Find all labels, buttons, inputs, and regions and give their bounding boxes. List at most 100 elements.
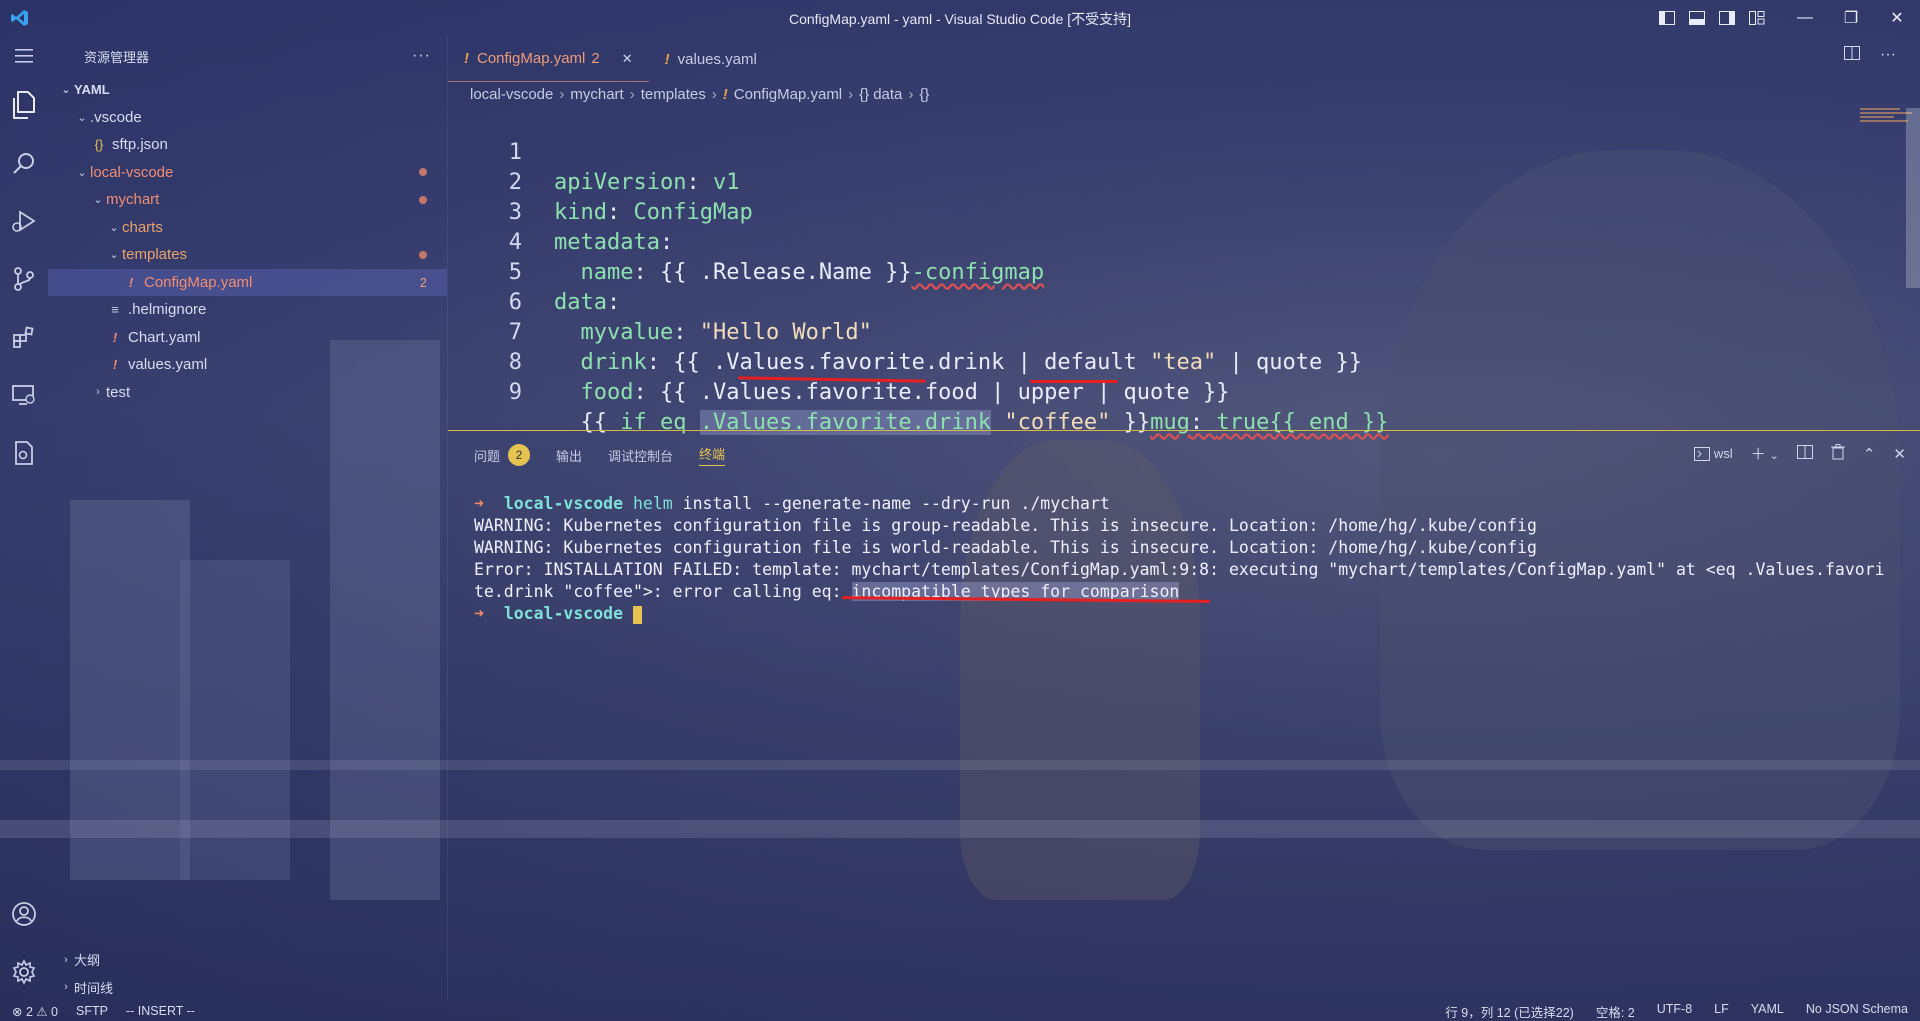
breadcrumb-item[interactable]: templates bbox=[641, 86, 706, 103]
split-terminal-icon[interactable] bbox=[1796, 444, 1813, 463]
problems-status[interactable]: ⊗ 2 ⚠ 0 bbox=[12, 1004, 58, 1019]
gear-icon[interactable] bbox=[0, 943, 48, 1001]
sftp-icon[interactable] bbox=[0, 424, 48, 482]
code-line: 9 {{ if eq .Values.favorite.drink "coffe… bbox=[448, 348, 1900, 435]
tab-label: values.yaml bbox=[677, 50, 757, 68]
tree-item-label: Chart.yaml bbox=[128, 328, 201, 346]
outline-label: 大纲 bbox=[74, 953, 101, 969]
window-title: ConfigMap.yaml - yaml - Visual Studio Co… bbox=[788, 11, 1132, 27]
tree-folder-item[interactable]: ⌄ local-vscode bbox=[48, 159, 447, 187]
close-icon[interactable]: ✕ bbox=[1874, 0, 1920, 36]
tab-label: 终端 bbox=[699, 447, 726, 462]
tree-file-item[interactable]: ! values.yaml bbox=[48, 351, 447, 379]
chevron-right-icon: › bbox=[629, 85, 635, 103]
code-line: 1 apiVersion: v1 bbox=[448, 108, 1900, 195]
customize-layout-icon[interactable] bbox=[1742, 0, 1772, 36]
chevron-right-icon: › bbox=[64, 981, 68, 994]
terminal-line: ➜ local-vscode bbox=[474, 603, 1914, 625]
json-schema-status[interactable]: No JSON Schema bbox=[1806, 1002, 1908, 1021]
code-line: 7 drink: {{ .Values.favorite.drink | def… bbox=[448, 288, 1900, 375]
tab-configmap-yaml[interactable]: ! ConfigMap.yaml 2 ✕ bbox=[448, 36, 649, 82]
encoding-status[interactable]: UTF-8 bbox=[1657, 1002, 1692, 1021]
more-actions-icon[interactable]: ··· bbox=[412, 47, 431, 65]
indentation-status[interactable]: 空格: 2 bbox=[1596, 1002, 1635, 1021]
explorer-icon[interactable] bbox=[0, 76, 48, 134]
new-terminal-icon[interactable]: ＋ ⌄ bbox=[1751, 443, 1779, 464]
toggle-secondary-sidebar-icon[interactable] bbox=[1712, 0, 1742, 36]
tab-output[interactable]: 输出 bbox=[556, 446, 582, 465]
tree-file-item[interactable]: ! Chart.yaml bbox=[48, 324, 447, 352]
modified-indicator bbox=[419, 195, 427, 204]
terminal-selector[interactable]: wsl bbox=[1693, 446, 1733, 461]
tree-folder-item[interactable]: ⌄ templates bbox=[48, 241, 447, 269]
terminal-shell-label: wsl bbox=[1713, 446, 1733, 461]
close-tab-icon[interactable]: ✕ bbox=[622, 51, 633, 67]
modified-indicator bbox=[419, 168, 427, 177]
code-line: 6 myvalue: "Hello World" bbox=[448, 258, 1900, 345]
toggle-panel-icon[interactable] bbox=[1682, 0, 1712, 36]
extensions-icon[interactable] bbox=[0, 308, 48, 366]
tree-folder-item[interactable]: ⌄ mychart bbox=[48, 186, 447, 214]
code-editor[interactable]: 1 apiVersion: v1 2 kind: ConfigMap 3 met… bbox=[448, 108, 1900, 435]
tab-terminal[interactable]: 终端 bbox=[699, 444, 726, 466]
chevron-down-icon[interactable]: ⌄ bbox=[1770, 450, 1779, 462]
editor-tabs: ! ConfigMap.yaml 2 ✕ ! values.yaml ··· bbox=[448, 36, 1920, 82]
eol-status[interactable]: LF bbox=[1714, 1002, 1729, 1021]
terminal-icon bbox=[1693, 446, 1710, 461]
search-icon[interactable] bbox=[0, 134, 48, 192]
tree-file-item[interactable]: ! ConfigMap.yaml 2 bbox=[48, 268, 447, 296]
breadcrumb-item[interactable]: local-vscode bbox=[470, 86, 553, 103]
modified-indicator bbox=[419, 250, 427, 259]
tab-debug-console[interactable]: 调试控制台 bbox=[608, 446, 673, 465]
maximize-panel-icon[interactable]: ⌃ bbox=[1863, 445, 1876, 463]
tree-section-header[interactable]: ⌄ YAML bbox=[48, 76, 447, 104]
tree-item-label: templates bbox=[122, 246, 188, 264]
split-editor-icon[interactable] bbox=[1844, 46, 1861, 65]
remote-explorer-icon[interactable] bbox=[0, 366, 48, 424]
chevron-down-icon: ⌄ bbox=[109, 249, 119, 262]
timeline-section[interactable]: › 时间线 bbox=[48, 974, 448, 1002]
outline-section[interactable]: › 大纲 bbox=[48, 946, 448, 974]
cursor-position-status[interactable]: 行 9，列 12 (已选择22) bbox=[1445, 1002, 1574, 1021]
run-debug-icon[interactable] bbox=[0, 192, 48, 250]
chevron-right-icon: › bbox=[96, 386, 100, 399]
source-control-icon[interactable] bbox=[0, 250, 48, 308]
vscode-logo-icon[interactable] bbox=[0, 0, 40, 36]
tree-file-item[interactable]: ≡ .helmignore bbox=[48, 296, 447, 324]
prompt-arrow-icon: ➜ bbox=[474, 494, 494, 513]
toggle-primary-sidebar-icon[interactable] bbox=[1652, 0, 1682, 36]
breadcrumb-item[interactable]: mychart bbox=[570, 86, 623, 103]
code-line: 5 data: bbox=[448, 228, 1900, 315]
code-line: 3 metadata: bbox=[448, 168, 1900, 255]
tab-values-yaml[interactable]: ! values.yaml bbox=[649, 36, 773, 82]
editor-scrollbar[interactable] bbox=[1906, 108, 1920, 288]
tree-item-label: charts bbox=[122, 218, 163, 236]
sftp-status[interactable]: SFTP bbox=[76, 1004, 108, 1019]
tree-file-item[interactable]: {} sftp.json bbox=[48, 131, 447, 159]
tree-folder-item[interactable]: ⌄ charts bbox=[48, 214, 447, 242]
terminal-output[interactable]: ➜ local-vscode helm install --generate-n… bbox=[474, 493, 1914, 625]
tab-label: 输出 bbox=[556, 448, 583, 464]
file-tree: ⌄ YAML ⌄ .vscode{} sftp.json ⌄ local-vscode ⌄ my… bbox=[48, 76, 447, 406]
tree-folder-item[interactable]: ⌄ .vscode bbox=[48, 104, 447, 132]
menu-icon[interactable] bbox=[0, 36, 48, 76]
tree-folder-item[interactable]: › test bbox=[48, 379, 447, 407]
terminal-cursor bbox=[632, 605, 642, 624]
activity-bar bbox=[0, 36, 48, 1001]
breadcrumb-item[interactable]: ConfigMap.yaml bbox=[734, 86, 842, 103]
terminal-line: WARNING: Kubernetes configuration file i… bbox=[474, 516, 1537, 535]
breadcrumb-item[interactable]: {} bbox=[919, 86, 929, 103]
close-panel-icon[interactable]: ✕ bbox=[1893, 445, 1906, 463]
code-line: 8 food: {{ .Values.favorite.food | upper… bbox=[448, 318, 1900, 405]
chevron-down-icon: ⌄ bbox=[77, 166, 87, 179]
trash-icon[interactable] bbox=[1830, 443, 1845, 464]
breadcrumb-item[interactable]: data bbox=[873, 86, 902, 103]
minimize-icon[interactable]: — bbox=[1782, 0, 1828, 36]
problem-count-badge: 2 bbox=[508, 444, 531, 466]
panel-actions: wsl ＋ ⌄ ⌃ ✕ bbox=[1693, 443, 1906, 464]
restore-icon[interactable]: ❐ bbox=[1828, 0, 1874, 36]
more-editor-actions-icon[interactable]: ··· bbox=[1880, 46, 1896, 65]
accounts-icon[interactable] bbox=[0, 885, 48, 943]
tab-problems[interactable]: 问题 2 bbox=[474, 444, 531, 466]
language-mode-status[interactable]: YAML bbox=[1751, 1002, 1784, 1021]
